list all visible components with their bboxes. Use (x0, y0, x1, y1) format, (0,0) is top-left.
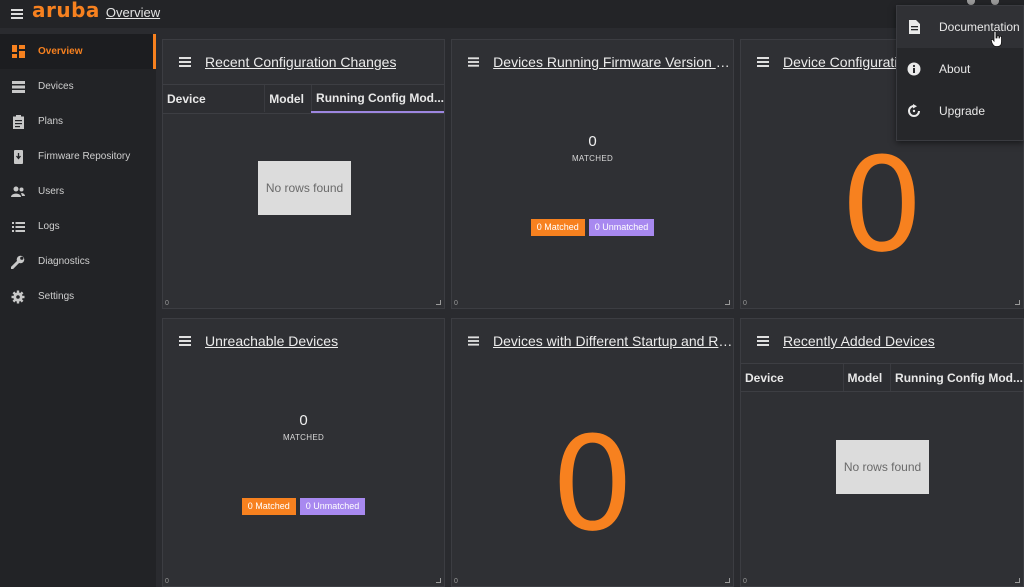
data-grid: Device Model Running Config Mod... (741, 363, 1023, 392)
panel-header: Devices with Different Startup and Runni… (452, 319, 733, 363)
unmatched-badge[interactable]: 0 Unmatched (299, 498, 366, 515)
resize-handle[interactable] (436, 300, 441, 305)
recently-added-panel: Recently Added Devices Device Model Runn… (740, 318, 1024, 587)
dashboard-icon (11, 45, 25, 59)
column-header-running-config[interactable]: Running Config Mod... (891, 364, 1023, 391)
data-grid: Device Model Running Config Mod... (163, 84, 444, 114)
row-count: 0 (454, 300, 458, 307)
widget-menu-icon[interactable] (757, 335, 769, 347)
sidebar-item-overview[interactable]: Overview (0, 34, 156, 69)
top-bar: aruba Overview (0, 0, 1024, 28)
no-rows-overlay: No rows found (258, 161, 351, 215)
widget-menu-icon[interactable] (179, 335, 191, 347)
breadcrumb-overview-link[interactable]: Overview (106, 5, 160, 20)
sidebar-item-label: Plans (38, 116, 64, 127)
matched-count: 0 (588, 133, 597, 150)
hand-cursor-icon (991, 31, 1002, 47)
panel-title[interactable]: Recently Added Devices (783, 333, 935, 349)
panel-header: Unreachable Devices (163, 319, 444, 363)
server-icon (11, 80, 25, 94)
sidebar-item-label: Overview (38, 46, 83, 57)
match-badges: 0 Matched 0 Unmatched (452, 219, 733, 236)
matched-badge[interactable]: 0 Matched (241, 498, 296, 515)
firmware-panel: Devices Running Firmware Version 10.02 0… (451, 39, 734, 309)
sidebar-item-label: Logs (38, 221, 60, 232)
recent-config-panel: Recent Configuration Changes Device Mode… (162, 39, 445, 309)
clipboard-icon (11, 114, 25, 129)
resize-handle[interactable] (1015, 578, 1020, 583)
unmatched-badge[interactable]: 0 Unmatched (588, 219, 655, 236)
matched-label: MATCHED (282, 433, 325, 442)
matched-badge[interactable]: 0 Matched (530, 219, 585, 236)
gear-icon (11, 290, 25, 304)
panel-header: Recently Added Devices (741, 319, 1023, 363)
different-startup-running-panel: Devices with Different Startup and Runni… (451, 318, 734, 587)
panel-title[interactable]: Unreachable Devices (205, 333, 338, 349)
hamburger-menu-icon[interactable] (4, 0, 30, 28)
sidebar: Overview Devices Plans Firmware Reposito… (0, 34, 156, 587)
sidebar-item-firmware-repository[interactable]: Firmware Repository (0, 139, 156, 174)
document-icon (907, 20, 921, 34)
sidebar-item-plans[interactable]: Plans (0, 104, 156, 139)
sidebar-item-label: Users (38, 186, 65, 197)
menu-item-about[interactable]: About (897, 48, 1023, 90)
wrench-icon (11, 255, 25, 269)
panel-header: Recent Configuration Changes (163, 40, 444, 84)
row-count: 0 (743, 578, 747, 585)
info-icon (907, 62, 921, 76)
different-startup-value: 0 (551, 408, 634, 560)
device-config-value: 0 (840, 129, 924, 281)
column-header-model[interactable]: Model (264, 85, 313, 112)
match-badges: 0 Matched 0 Unmatched (163, 498, 444, 515)
menu-item-label: Upgrade (939, 104, 986, 118)
matched-label: MATCHED (571, 154, 614, 163)
resize-handle[interactable] (436, 578, 441, 583)
brand-logo[interactable]: aruba (32, 0, 100, 20)
sidebar-item-users[interactable]: Users (0, 174, 156, 209)
sidebar-item-label: Firmware Repository (38, 151, 131, 162)
column-header-running-config[interactable]: Running Config Mod... (311, 85, 444, 113)
matched-count: 0 (299, 412, 308, 429)
unreachable-devices-panel: Unreachable Devices 0 MATCHED 0 Matched … (162, 318, 445, 587)
panel-title[interactable]: Devices Running Firmware Version 10.02 (493, 54, 733, 70)
sidebar-item-devices[interactable]: Devices (0, 69, 156, 104)
help-dropdown-menu: Documentation About Upgrade (896, 5, 1024, 141)
sidebar-item-diagnostics[interactable]: Diagnostics (0, 244, 156, 279)
menu-item-upgrade[interactable]: Upgrade (897, 90, 1023, 132)
row-count: 0 (743, 300, 747, 307)
sidebar-item-label: Settings (38, 291, 75, 302)
panel-title[interactable]: Device Configuration (783, 54, 913, 70)
sidebar-item-label: Devices (38, 81, 74, 92)
panel-title[interactable]: Devices with Different Startup and Runni… (493, 333, 733, 349)
widget-menu-icon[interactable] (468, 335, 479, 347)
column-header-device[interactable]: Device (741, 364, 844, 391)
widget-menu-icon[interactable] (179, 56, 191, 68)
panel-title[interactable]: Recent Configuration Changes (205, 54, 396, 70)
phone-download-icon (11, 149, 25, 164)
row-count: 0 (165, 300, 169, 307)
sidebar-item-settings[interactable]: Settings (0, 279, 156, 314)
no-rows-overlay: No rows found (836, 440, 929, 494)
refresh-icon (907, 104, 921, 118)
column-header-device[interactable]: Device (163, 85, 266, 112)
sidebar-item-logs[interactable]: Logs (0, 209, 156, 244)
menu-item-label: About (939, 62, 971, 76)
menu-item-documentation[interactable]: Documentation (897, 6, 1023, 48)
panel-header: Devices Running Firmware Version 10.02 (452, 40, 733, 84)
column-header-model[interactable]: Model (843, 364, 892, 391)
widget-menu-icon[interactable] (757, 56, 769, 68)
row-count: 0 (454, 578, 458, 585)
list-icon (11, 220, 25, 234)
users-icon (11, 185, 25, 199)
resize-handle[interactable] (725, 300, 730, 305)
resize-handle[interactable] (1015, 300, 1020, 305)
row-count: 0 (165, 578, 169, 585)
menu-item-label: Documentation (939, 20, 1020, 34)
resize-handle[interactable] (725, 578, 730, 583)
widget-menu-icon[interactable] (468, 56, 480, 68)
sidebar-item-label: Diagnostics (38, 256, 90, 267)
